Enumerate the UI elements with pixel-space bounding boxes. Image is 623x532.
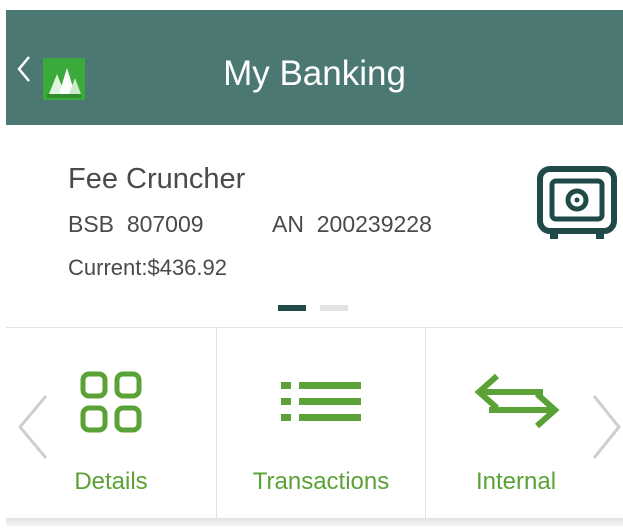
account-name: Fee Cruncher — [68, 163, 246, 195]
bottom-divider — [6, 518, 623, 526]
app-frame: My Banking Fee Cruncher BSB 807009 AN 20… — [6, 10, 623, 526]
account-card[interactable]: Fee Cruncher BSB 807009 AN 200239228 Cur… — [6, 125, 623, 328]
account-number-row: AN 200239228 — [272, 211, 432, 238]
transactions-label: Transactions — [252, 468, 390, 495]
pager-dot[interactable] — [320, 305, 348, 311]
transfer-arrows-icon — [474, 373, 560, 429]
pager-dot-active[interactable] — [278, 305, 306, 311]
an-label: AN — [272, 211, 304, 237]
transactions-action[interactable]: Transactions — [217, 328, 425, 518]
an-value: 200239228 — [316, 211, 432, 237]
internal-action[interactable]: Internal — [426, 328, 606, 518]
page-title: My Banking — [223, 54, 406, 93]
card-pager — [278, 298, 362, 316]
bsb-label: BSB — [68, 211, 115, 237]
bsb-row: BSB 807009 — [68, 211, 204, 238]
safe-icon[interactable] — [536, 163, 618, 245]
list-icon — [281, 382, 361, 421]
chevron-right-icon[interactable] — [588, 392, 623, 462]
current-balance: Current:$436.92 — [68, 255, 227, 280]
internal-label: Internal — [475, 468, 557, 495]
quick-actions: Details Transactions Internal — [6, 328, 623, 518]
grid-icon — [80, 371, 142, 433]
header-bar: My Banking — [6, 10, 623, 125]
bsb-value: 807009 — [126, 211, 204, 237]
details-action[interactable]: Details — [6, 328, 216, 518]
details-label: Details — [74, 468, 148, 495]
